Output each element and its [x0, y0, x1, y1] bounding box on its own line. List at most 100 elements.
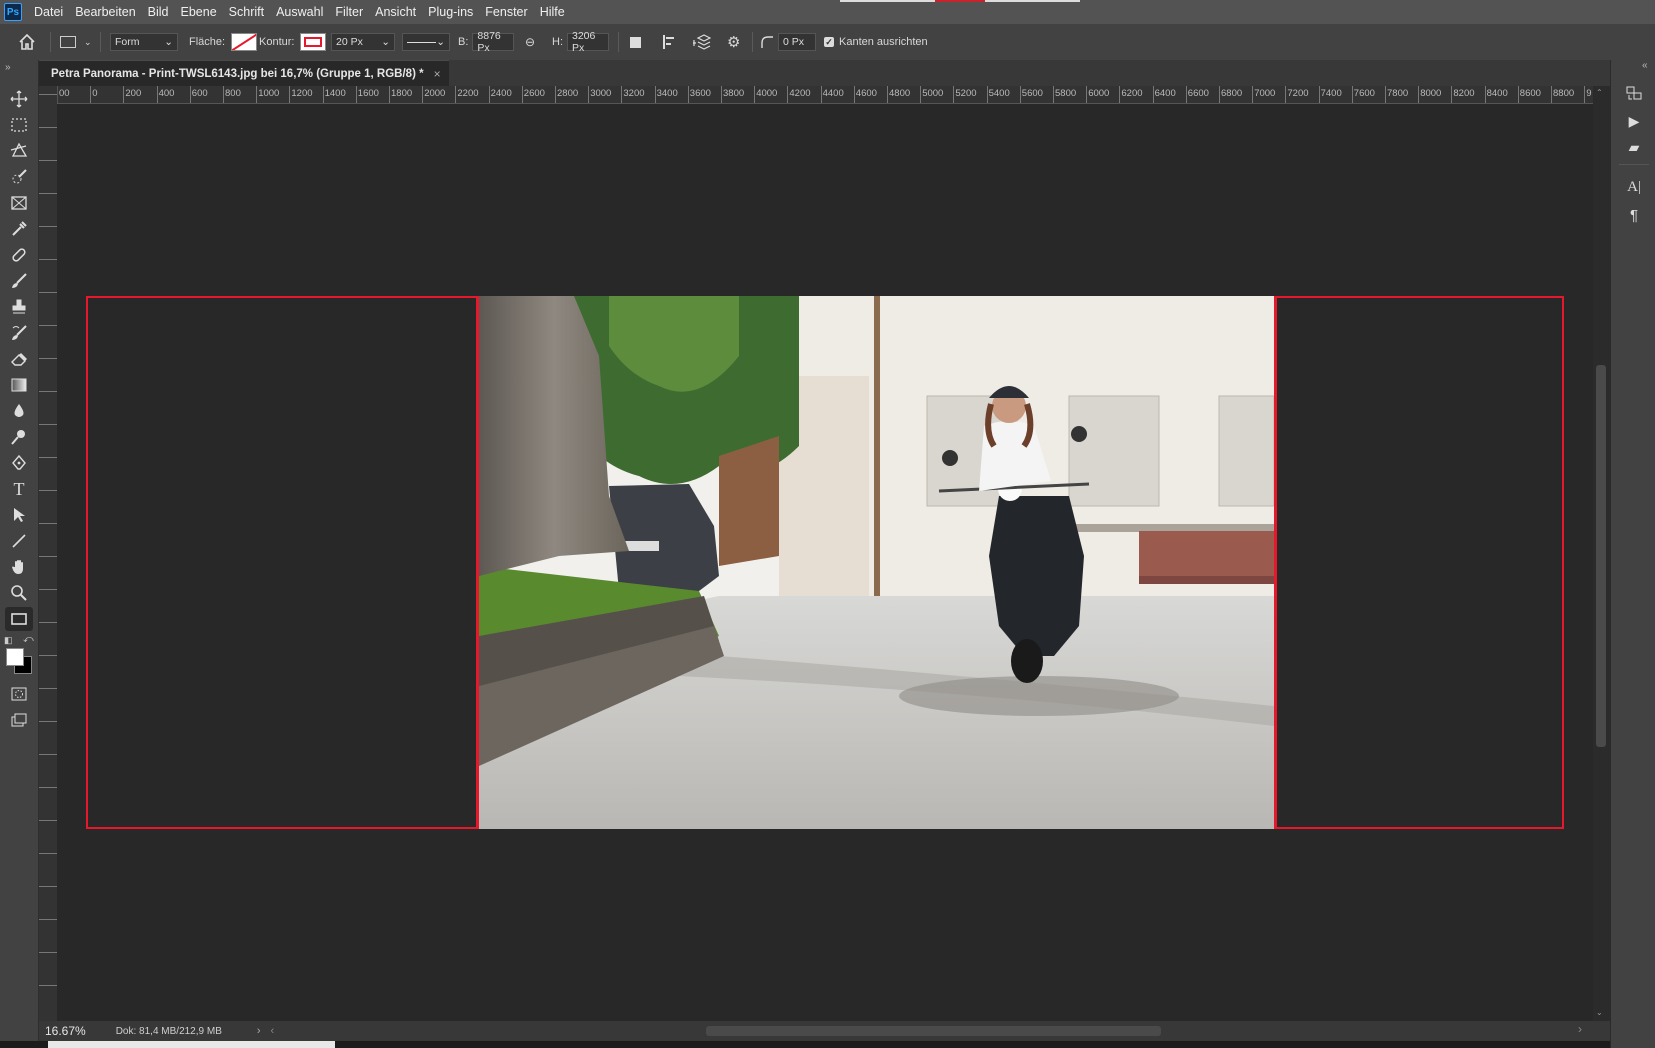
menu-plugins[interactable]: Plug-ins	[422, 0, 479, 24]
solid-line-icon	[407, 41, 437, 43]
quick-mask-icon	[11, 687, 27, 701]
ruler-label: 4200	[789, 88, 811, 99]
blur-tool[interactable]	[5, 399, 33, 423]
scroll-left-icon[interactable]: ‹	[271, 1025, 275, 1037]
character-panel-button[interactable]: A|	[1623, 176, 1645, 198]
path-select-tool[interactable]	[5, 503, 33, 527]
actions-panel-button[interactable]: ▶	[1623, 110, 1645, 132]
foreground-color-swatch[interactable]	[6, 648, 24, 666]
height-field[interactable]: 3206 Px	[567, 30, 609, 54]
hand-tool[interactable]	[5, 555, 33, 579]
stamp-icon	[12, 299, 26, 314]
history-panel-button[interactable]	[1623, 82, 1645, 104]
brush-tool[interactable]	[5, 269, 33, 293]
horizontal-scrollbar-thumb[interactable]	[706, 1026, 1161, 1036]
marquee-icon	[11, 118, 27, 132]
clone-stamp-tool[interactable]	[5, 295, 33, 319]
menu-ebene[interactable]: Ebene	[175, 0, 223, 24]
quick-select-tool[interactable]	[5, 165, 33, 189]
status-menu-arrow-icon[interactable]: ›	[257, 1025, 261, 1037]
photoshop-logo: Ps	[4, 3, 22, 21]
scooter-photo[interactable]	[479, 296, 1274, 829]
type-tool[interactable]: T	[5, 477, 33, 501]
width-field[interactable]: 8876 Px	[472, 30, 515, 54]
width-label: B:	[458, 36, 469, 48]
ruler-tick	[39, 523, 57, 524]
ruler-tick	[39, 325, 57, 326]
rectangle-tool[interactable]	[5, 607, 33, 631]
path-arrangement-button[interactable]	[693, 24, 711, 60]
corner-radius-icon	[761, 36, 773, 48]
history-brush-tool[interactable]	[5, 321, 33, 345]
comments-panel-button[interactable]: ▰	[1623, 136, 1645, 158]
menu-bild[interactable]: Bild	[142, 0, 175, 24]
tool-preset-picker[interactable]: ⌄	[60, 24, 92, 60]
menu-auswahl[interactable]: Auswahl	[270, 0, 329, 24]
scroll-up-icon[interactable]: ⌃	[1596, 88, 1603, 97]
ruler-tick	[39, 490, 57, 491]
ruler-label: 1800	[391, 88, 413, 99]
collapse-panel-icon[interactable]: «	[1642, 60, 1648, 71]
ruler-label: 2200	[457, 88, 479, 99]
align-edges-checkbox[interactable]: ✓	[824, 37, 834, 47]
line-tool[interactable]	[5, 529, 33, 553]
dodge-icon	[11, 430, 25, 445]
marquee-tool[interactable]	[5, 113, 33, 137]
zoom-tool[interactable]	[5, 581, 33, 605]
dodge-tool[interactable]	[5, 425, 33, 449]
gradient-tool[interactable]	[5, 373, 33, 397]
menu-hilfe[interactable]: Hilfe	[534, 0, 571, 24]
home-icon	[19, 33, 35, 50]
ruler-tick	[39, 424, 57, 425]
ruler-label: 1000	[258, 88, 280, 99]
path-operations-button[interactable]	[630, 24, 641, 60]
ruler-tick	[39, 391, 57, 392]
scroll-down-icon[interactable]: ⌄	[1596, 1008, 1603, 1017]
zoom-level[interactable]: 16.67%	[45, 1024, 86, 1038]
vertical-scrollbar-thumb[interactable]	[1596, 365, 1606, 747]
settings-button[interactable]: ⚙	[727, 24, 740, 60]
default-colors-icon[interactable]: ◧	[4, 635, 13, 646]
home-button[interactable]	[18, 24, 36, 60]
paragraph-panel-button[interactable]: ¶	[1623, 204, 1645, 226]
menu-ansicht[interactable]: Ansicht	[369, 0, 422, 24]
corner-radius-field[interactable]: 0 Px	[778, 33, 816, 51]
link-dimensions-button[interactable]: ⊖	[525, 24, 535, 60]
screen-mode-button[interactable]	[5, 708, 33, 732]
fill-swatch[interactable]	[231, 33, 258, 51]
ruler-label: 6000	[1088, 88, 1110, 99]
scroll-right-icon[interactable]: ›	[1578, 1022, 1582, 1036]
stroke-type-select[interactable]: ⌄	[402, 33, 450, 51]
frame-tool[interactable]	[5, 191, 33, 215]
swap-colors-icon[interactable]: ⤺	[23, 634, 34, 645]
eyedropper-tool[interactable]	[5, 217, 33, 241]
eraser-tool[interactable]	[5, 347, 33, 371]
document-tab[interactable]: Petra Panorama - Print-TWSL6143.jpg bei …	[39, 60, 449, 87]
ruler-tick	[39, 721, 57, 722]
stroke-width-field[interactable]: 20 Px ⌄	[331, 33, 395, 51]
expand-panel-icon[interactable]: »	[5, 62, 11, 73]
align-left-icon	[663, 35, 674, 49]
tools-panel: » T ◧ ⤺	[0, 60, 39, 1048]
stroke-swatch[interactable]	[300, 33, 327, 51]
path-alignment-button[interactable]	[662, 24, 678, 60]
menu-bearbeiten[interactable]: Bearbeiten	[69, 0, 141, 24]
lasso-tool[interactable]	[5, 139, 33, 163]
close-tab-icon[interactable]: ×	[434, 67, 441, 81]
quick-mask-button[interactable]	[5, 682, 33, 706]
ruler-label: 8200	[1453, 88, 1475, 99]
healing-brush-tool[interactable]	[5, 243, 33, 267]
move-tool[interactable]	[5, 87, 33, 111]
ruler-label: 7200	[1287, 88, 1309, 99]
link-icon: ⊖	[525, 35, 536, 49]
mode-select[interactable]: Form ⌄	[110, 33, 178, 51]
menu-datei[interactable]: Datei	[28, 0, 69, 24]
ruler-tick	[39, 226, 57, 227]
menu-fenster[interactable]: Fenster	[479, 0, 533, 24]
menu-schrift[interactable]: Schrift	[223, 0, 270, 24]
menu-filter[interactable]: Filter	[329, 0, 369, 24]
ruler-label: 6400	[1154, 88, 1176, 99]
vertical-ruler	[39, 86, 58, 1021]
pen-tool[interactable]	[5, 451, 33, 475]
lasso-icon	[10, 142, 28, 157]
